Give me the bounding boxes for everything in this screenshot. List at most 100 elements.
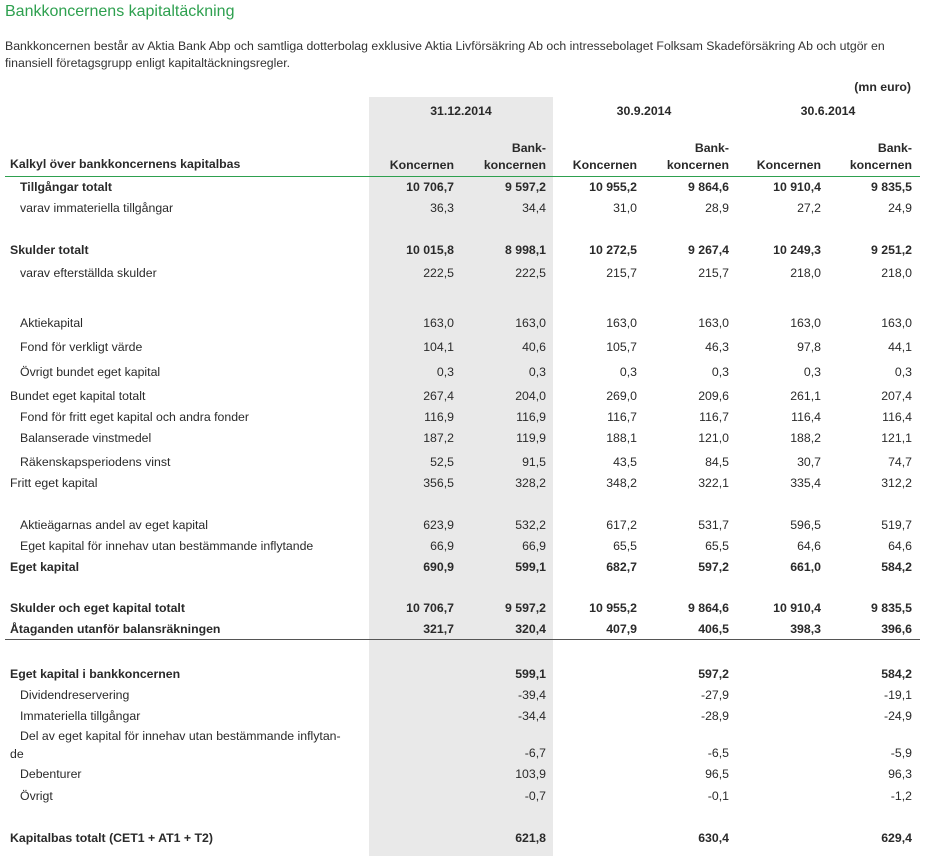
- cell-value: 320,4: [515, 622, 546, 636]
- cell-value: 10 015,8: [406, 243, 454, 257]
- cell-value: -1,2: [890, 789, 912, 803]
- intro-text: Bankkoncernen består av Aktia Bank Abp o…: [5, 39, 885, 70]
- row-label: Fond för verkligt värde: [20, 340, 143, 354]
- col-header-bank-1: Bank-koncernen: [483, 141, 546, 172]
- cell-value: 630,4: [698, 831, 729, 845]
- cell-value: 10 910,4: [773, 180, 821, 194]
- row-label: Kapitalbas totalt (CET1 + AT1 + T2): [10, 831, 213, 845]
- cell-value: 584,2: [881, 560, 912, 574]
- cell-value: 24,9: [888, 201, 912, 215]
- cell-value: 531,7: [698, 518, 729, 532]
- cell-value: 328,2: [515, 476, 546, 490]
- cell-value: 407,9: [606, 622, 637, 636]
- cell-value: 321,7: [423, 622, 454, 636]
- cell-value: 0,3: [894, 365, 912, 379]
- cell-value: 629,4: [881, 831, 912, 845]
- cell-value: 9 251,2: [870, 243, 912, 257]
- cell-value: 269,0: [606, 389, 637, 403]
- capital-row: Övrigt -0,7 -0,1 -1,2: [0, 789, 930, 806]
- row-label: Skulder och eget kapital totalt: [10, 601, 185, 615]
- table-row: varav immateriella tillgångar 36,3 34,4 31,…: [0, 201, 930, 218]
- cell-value: 406,5: [698, 622, 729, 636]
- cell-value: 312,2: [881, 476, 912, 490]
- table-row: Övrigt bundet eget kapital 0,3 0,3 0,3 0,3 0,…: [0, 365, 930, 382]
- row-label: varav efterställda skulder: [20, 266, 157, 280]
- cell-value: 27,2: [797, 201, 821, 215]
- cell-value: 207,4: [881, 389, 912, 403]
- cell-value: 97,8: [797, 340, 821, 354]
- cell-value: 623,9: [423, 518, 454, 532]
- header-divider: [5, 176, 920, 177]
- table-row: Skulder totalt 10 015,8 8 998,1 10 272,5 9 2…: [0, 243, 930, 260]
- cell-value: 96,5: [705, 767, 729, 781]
- section-divider: [5, 639, 920, 640]
- date-header-3: 30.6.2014: [800, 104, 856, 118]
- cell-value: -19,1: [883, 688, 912, 702]
- cell-value: 209,6: [698, 389, 729, 403]
- cell-value: 204,0: [515, 389, 546, 403]
- cell-value: 43,5: [613, 455, 637, 469]
- cell-value: 218,0: [881, 266, 912, 280]
- cell-value: 10 272,5: [589, 243, 637, 257]
- col-header-koncernen-3: Koncernen: [756, 158, 821, 172]
- row-label: Övrigt: [20, 789, 53, 803]
- cell-value: 599,1: [515, 667, 546, 681]
- cell-value: 116,4: [791, 410, 821, 424]
- cell-value: 116,4: [882, 410, 912, 424]
- cell-value: 599,1: [515, 560, 546, 574]
- row-label-line2: de: [10, 747, 24, 761]
- cell-value: 31,0: [613, 201, 637, 215]
- cell-value: 121,0: [698, 431, 729, 445]
- cell-value: 46,3: [705, 340, 729, 354]
- cell-value: -27,9: [700, 688, 729, 702]
- cell-value: 9 835,5: [870, 601, 912, 615]
- cell-value: 0,3: [436, 365, 454, 379]
- cell-value: 10 706,7: [406, 601, 454, 615]
- table-row: Eget kapital för innehav utan bestämmand…: [0, 539, 930, 556]
- row-label: Eget kapital för innehav utan bestämmand…: [20, 539, 314, 553]
- cell-value: 597,2: [698, 560, 729, 574]
- cell-value: 188,2: [790, 431, 821, 445]
- cell-value: 65,5: [705, 539, 729, 553]
- cell-value: 103,9: [515, 767, 546, 781]
- row-label: Räkenskapsperiodens vinst: [20, 455, 171, 469]
- table-row: Skulder och eget kapital totalt 10 706,7 9…: [0, 601, 930, 618]
- cell-value: 105,7: [606, 340, 637, 354]
- row-label: Övrigt bundet eget kapital: [20, 365, 161, 379]
- cell-value: 261,1: [790, 389, 821, 403]
- cell-value: 10 910,4: [773, 601, 821, 615]
- cell-value: 91,5: [522, 455, 546, 469]
- cell-value: 0,3: [528, 365, 546, 379]
- cell-value: 104,1: [423, 340, 454, 354]
- cell-value: 163,0: [790, 316, 821, 330]
- cell-value: 222,5: [515, 266, 546, 280]
- table-row: Aktieägarnas andel av eget kapital 623,9 5…: [0, 518, 930, 535]
- cell-value: 8 998,1: [504, 243, 546, 257]
- cell-value: 0,3: [803, 365, 821, 379]
- cell-value: 44,1: [888, 340, 912, 354]
- cell-value: 10 955,2: [589, 180, 637, 194]
- cell-value: 40,6: [522, 340, 546, 354]
- cell-value: 596,5: [790, 518, 821, 532]
- cell-value: 188,1: [606, 431, 637, 445]
- cell-value: -24,9: [883, 709, 912, 723]
- cell-value: 661,0: [790, 560, 821, 574]
- cell-value: 187,2: [423, 431, 454, 445]
- cell-value: 163,0: [515, 316, 546, 330]
- cell-value: 532,2: [515, 518, 546, 532]
- cell-value: 597,2: [698, 667, 729, 681]
- cell-value: -6,5: [707, 746, 729, 760]
- cell-value: 621,8: [515, 831, 546, 845]
- table-row: Balanserade vinstmedel 187,2 119,9 188,1 121…: [0, 431, 930, 448]
- row-label: Aktieägarnas andel av eget kapital: [20, 518, 208, 532]
- row-label-wrapped: Del av eget kapital för innehav utan bes…: [10, 727, 380, 763]
- cell-value: 335,4: [790, 476, 821, 490]
- row-label: Bundet eget kapital totalt: [10, 389, 146, 403]
- cell-value: 66,9: [430, 539, 454, 553]
- cell-value: 0,3: [619, 365, 637, 379]
- cell-value: 9 597,2: [504, 180, 546, 194]
- row-label: Eget kapital i bankkoncernen: [10, 667, 181, 681]
- cell-value: 9 864,6: [687, 180, 729, 194]
- cell-value: 163,0: [881, 316, 912, 330]
- row-label: Dividendreservering: [20, 688, 130, 702]
